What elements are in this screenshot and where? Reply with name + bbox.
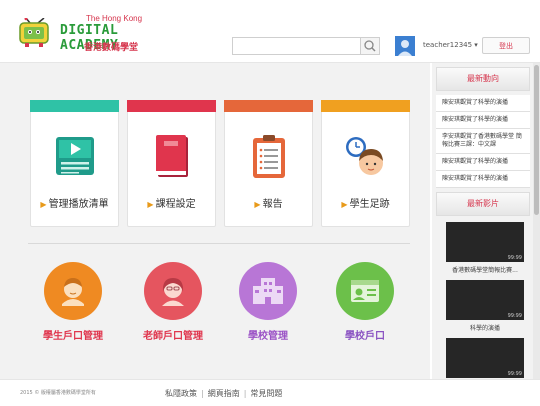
video-thumbnail[interactable]: 99:99 bbox=[446, 280, 524, 320]
logo-text-top: The Hong Kong bbox=[86, 14, 143, 23]
video-caption[interactable]: 科學的演播 bbox=[446, 323, 524, 332]
card-manage-playlist[interactable]: ▶ 管理播放清單 bbox=[30, 100, 119, 227]
news-item[interactable]: 李安琪觀賞了香港數碼學堂 簡報比賽三課：中文課 bbox=[436, 129, 530, 154]
card-student-footprint[interactable]: ▶ 學生足跡 bbox=[321, 100, 410, 227]
main-panel: ▶ 管理播放清單 ▶ 課程設定 ▶ 報告 ▶ 學生足跡 學生戶口管理 老師戶口管… bbox=[0, 63, 430, 379]
play-arrow-icon: ▶ bbox=[254, 200, 261, 209]
video-thumbnail[interactable]: 99:99 bbox=[446, 338, 524, 378]
sidebar: 最新動向 陳安琪觀賞了科學的演播 陳安琪觀賞了科學的演播 李安琪觀賞了香港數碼學… bbox=[432, 63, 534, 379]
card-color-bar bbox=[127, 100, 216, 112]
faq-link[interactable]: 常見問題 bbox=[250, 389, 282, 398]
news-item[interactable]: 陳安琪觀賞了科學的演播 bbox=[436, 112, 530, 129]
video-duration: 99:99 bbox=[507, 371, 522, 377]
scrollbar-thumb[interactable] bbox=[534, 65, 539, 215]
id-card-icon bbox=[351, 280, 379, 302]
circle-label: 學校管理 bbox=[248, 331, 288, 342]
play-arrow-icon: ▶ bbox=[147, 200, 154, 209]
video-item[interactable]: 99:99 香港數碼學堂簡報比賽... bbox=[446, 222, 524, 274]
circle-button bbox=[239, 262, 297, 320]
teacher-account-management[interactable]: 老師戶口管理 bbox=[128, 262, 218, 342]
circle-button bbox=[336, 262, 394, 320]
footer: 2015 © 版權屬香港數碼學堂所有 私隱政策 | 網頁指南 | 常見問題 bbox=[0, 379, 540, 406]
sidebar-scrollbar[interactable] bbox=[533, 63, 540, 379]
user-icon bbox=[398, 40, 412, 56]
card-course-settings[interactable]: ▶ 課程設定 bbox=[127, 100, 216, 227]
divider bbox=[28, 243, 410, 244]
username-dropdown[interactable]: teacher12345 ▾ bbox=[423, 41, 478, 49]
avatar[interactable] bbox=[395, 36, 415, 56]
card-label-text: 課程設定 bbox=[155, 199, 196, 210]
logout-button[interactable]: 登出 bbox=[482, 37, 530, 54]
privacy-policy-link[interactable]: 私隱政策 bbox=[165, 389, 197, 398]
play-arrow-icon: ▶ bbox=[40, 200, 47, 209]
circle-label: 老師戶口管理 bbox=[143, 331, 203, 342]
search-button[interactable] bbox=[360, 38, 379, 54]
card-color-bar bbox=[30, 100, 119, 112]
card-color-bar bbox=[224, 100, 313, 112]
separator: | bbox=[201, 389, 204, 398]
video-playlist-icon bbox=[56, 137, 94, 175]
student-clock-icon bbox=[346, 137, 383, 175]
logo[interactable]: The Hong Kong DIGITAL ACADEMY 香港數碼學堂 bbox=[18, 14, 158, 54]
video-duration: 99:99 bbox=[507, 313, 522, 319]
card-report[interactable]: ▶ 報告 bbox=[224, 100, 313, 227]
site-guide-link[interactable]: 網頁指南 bbox=[208, 389, 240, 398]
news-item[interactable]: 陳安琪觀賞了科學的演播 bbox=[436, 171, 530, 188]
school-management[interactable]: 學校管理 bbox=[223, 262, 313, 342]
card-color-bar bbox=[321, 100, 410, 112]
student-icon bbox=[62, 278, 84, 306]
header: The Hong Kong DIGITAL ACADEMY 香港數碼學堂 tea… bbox=[0, 0, 540, 63]
video-caption[interactable]: 香港數碼學堂簡報比賽... bbox=[446, 265, 524, 274]
video-item[interactable]: 99:99 bbox=[446, 338, 524, 378]
videos-title: 最新影片 bbox=[436, 192, 530, 216]
separator: | bbox=[243, 389, 247, 398]
school-building-icon bbox=[253, 278, 283, 304]
circle-label: 學校戶口 bbox=[345, 331, 385, 342]
card-label-text: 學生足跡 bbox=[349, 199, 390, 210]
school-account[interactable]: 學校戶口 bbox=[320, 262, 410, 342]
card-label: ▶ 學生足跡 bbox=[322, 195, 409, 210]
circle-button bbox=[44, 262, 102, 320]
video-duration: 99:99 bbox=[507, 255, 522, 261]
card-label: ▶ 報告 bbox=[225, 195, 312, 210]
footer-links: 私隱政策 | 網頁指南 | 常見問題 bbox=[165, 388, 282, 399]
clipboard-icon bbox=[253, 135, 285, 178]
card-label: ▶ 課程設定 bbox=[128, 195, 215, 210]
book-icon bbox=[156, 135, 188, 177]
news-title: 最新動向 bbox=[436, 67, 530, 91]
search-input[interactable] bbox=[233, 42, 369, 59]
search-icon bbox=[364, 40, 376, 52]
copyright: 2015 © 版權屬香港數碼學堂所有 bbox=[20, 390, 96, 396]
search-box bbox=[232, 37, 380, 59]
card-label: ▶ 管理播放清單 bbox=[31, 195, 118, 210]
news-item[interactable]: 陳安琪觀賞了科學的演播 bbox=[436, 95, 530, 112]
circle-button bbox=[144, 262, 202, 320]
video-thumbnail[interactable]: 99:99 bbox=[446, 222, 524, 262]
circle-label: 學生戶口管理 bbox=[43, 331, 103, 342]
teacher-icon bbox=[162, 278, 184, 306]
tv-mascot-icon bbox=[19, 18, 49, 47]
student-account-management[interactable]: 學生戶口管理 bbox=[28, 262, 118, 342]
news-item[interactable]: 陳安琪觀賞了科學的演播 bbox=[436, 154, 530, 171]
play-arrow-icon: ▶ bbox=[341, 200, 348, 209]
logo-text-chinese: 香港數碼學堂 bbox=[84, 42, 139, 52]
video-item[interactable]: 99:99 科學的演播 bbox=[446, 280, 524, 332]
card-label-text: 報告 bbox=[262, 199, 283, 210]
card-label-text: 管理播放清單 bbox=[48, 199, 109, 210]
